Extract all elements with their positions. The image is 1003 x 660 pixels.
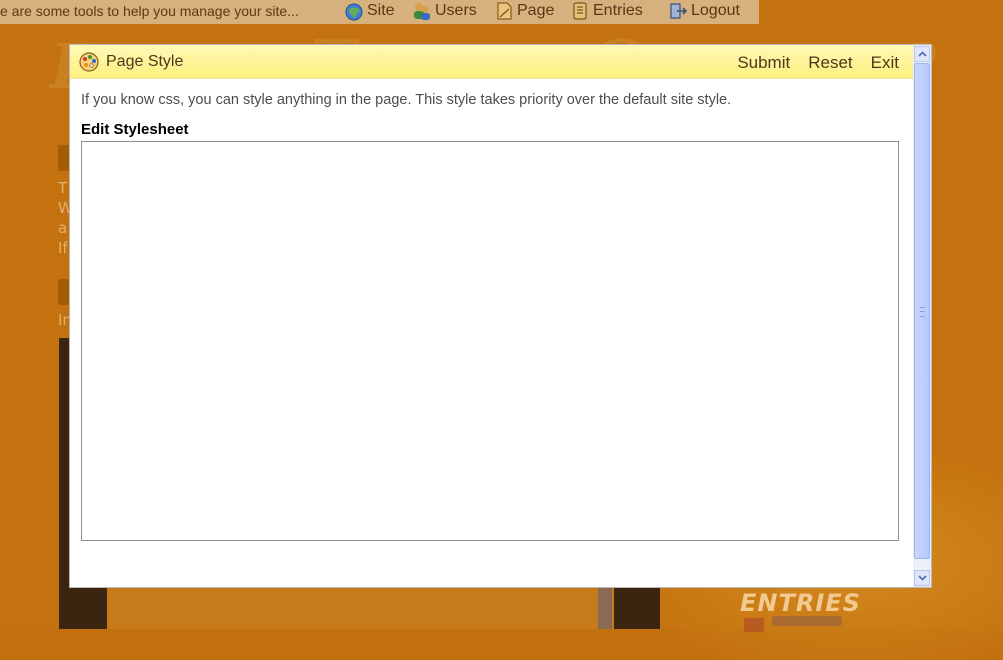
stylesheet-label: Edit Stylesheet bbox=[81, 121, 189, 138]
reset-button[interactable]: Reset bbox=[808, 53, 852, 73]
dialog-actions: Submit Reset Exit bbox=[737, 53, 899, 73]
stylesheet-editor[interactable] bbox=[81, 141, 899, 541]
exit-button[interactable]: Exit bbox=[871, 53, 899, 73]
page-style-dialog: Page Style Submit Reset Exit If you know… bbox=[70, 45, 931, 587]
scroll-down-button[interactable] bbox=[914, 570, 930, 586]
toolbar-page-link[interactable]: Page bbox=[494, 1, 554, 21]
toolbar-users-link[interactable]: Users bbox=[412, 1, 477, 21]
toolbar-entries-label: Entries bbox=[593, 2, 643, 19]
entries-icon bbox=[573, 2, 587, 20]
toolbar-entries-link[interactable]: Entries bbox=[570, 1, 643, 21]
background-entries-heading: ENTRIES bbox=[740, 589, 861, 617]
palette-icon bbox=[79, 52, 99, 72]
toolbar-logout-link[interactable]: Logout bbox=[668, 1, 740, 21]
users-icon bbox=[414, 3, 430, 20]
scroll-up-button[interactable] bbox=[914, 46, 930, 62]
chevron-up-icon bbox=[917, 51, 927, 57]
toolbar-page-label: Page bbox=[517, 2, 555, 19]
toolbar-site-link[interactable]: Site bbox=[344, 1, 395, 21]
scroll-thumb-grip bbox=[920, 307, 925, 317]
chevron-down-icon bbox=[917, 575, 927, 581]
dialog-title: Page Style bbox=[106, 53, 184, 70]
dialog-scrollbar[interactable] bbox=[913, 45, 931, 587]
toolbar-site-label: Site bbox=[367, 2, 395, 19]
toolbar-users-label: Users bbox=[435, 2, 477, 19]
background-entry-link bbox=[772, 616, 842, 626]
site-globe-icon bbox=[345, 3, 363, 21]
background-scrollbar bbox=[598, 585, 612, 629]
submit-button[interactable]: Submit bbox=[737, 53, 790, 73]
toolbar-message: e are some tools to help you manage your… bbox=[0, 3, 299, 19]
toolbar-logout-label: Logout bbox=[691, 2, 740, 19]
logout-icon bbox=[670, 3, 688, 19]
scroll-thumb[interactable] bbox=[914, 63, 930, 559]
page-icon bbox=[497, 2, 512, 20]
background-entry-icon bbox=[744, 618, 764, 632]
dialog-intro-text: If you know css, you can style anything … bbox=[81, 92, 732, 108]
admin-toolbar: e are some tools to help you manage your… bbox=[0, 0, 759, 24]
dialog-header: Page Style Submit Reset Exit bbox=[70, 45, 913, 79]
